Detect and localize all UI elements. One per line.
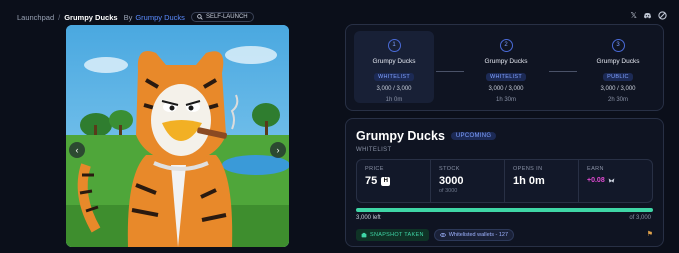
report-flag-icon[interactable]: ⚑ [647, 230, 653, 238]
remaining-text: 3,000 left [356, 215, 381, 221]
progress-fill [356, 208, 653, 212]
self-launch-badge: SELF-LAUNCH [190, 12, 254, 22]
earn-value-row: +0.08 [587, 177, 644, 184]
current-phase-label: WHITELIST [356, 147, 392, 153]
phase-3-time: 2h 30m [607, 97, 628, 103]
phase-3-tag: PUBLIC [603, 73, 633, 81]
phase-1-time: 1h 0m [385, 97, 403, 103]
earn-label: EARN [587, 166, 604, 172]
status-badge: UPCOMING [450, 132, 497, 140]
opens-in-stat: OPENS IN 1h 0m [505, 160, 579, 202]
phase-connector [549, 71, 577, 72]
opens-in-label: OPENS IN [513, 166, 543, 172]
phase-1-name: Grumpy Ducks [372, 58, 416, 65]
stock-stat: STOCK 3000 of 3000 [431, 160, 505, 202]
phase-3-name: Grumpy Ducks [596, 58, 640, 65]
breadcrumb-separator: / [58, 12, 61, 22]
collection-title: Grumpy Ducks [356, 129, 445, 143]
phase-1-number: 1 [387, 39, 401, 52]
search-icon [197, 14, 203, 20]
by-label: By [123, 12, 133, 22]
mint-phases-panel: 1 Grumpy Ducks WHITELIST 3,000 / 3,000 1… [345, 24, 664, 111]
price-value: 75 [365, 175, 378, 187]
phase-3-card[interactable]: 3 Grumpy Ducks PUBLIC 3,000 / 3,000 2h 3… [578, 31, 658, 103]
whitelisted-wallets-label: Whitelisted wallets - 127 [448, 232, 509, 238]
phase-connector [436, 71, 464, 72]
self-launch-label: SELF-LAUNCH [205, 14, 248, 20]
camera-icon [361, 232, 367, 238]
price-label: PRICE [365, 166, 384, 172]
stock-label: STOCK [439, 166, 460, 172]
stock-value: 3000 [439, 175, 464, 187]
status-chips: SNAPSHOT TAKEN Whitelisted wallets - 127 [356, 229, 515, 241]
phase-2-time: 1h 30m [495, 97, 516, 103]
breadcrumb-current: Grumpy Ducks [64, 12, 118, 22]
eye-icon [439, 233, 446, 237]
phase-2-number: 2 [499, 39, 513, 52]
earn-value: +0.08 [587, 177, 605, 184]
snapshot-label: SNAPSHOT TAKEN [370, 232, 424, 238]
breadcrumb: Launchpad / Grumpy Ducks By Grumpy Ducks… [17, 10, 669, 24]
phase-3-number: 3 [611, 39, 625, 52]
prev-image-button[interactable]: ‹ [69, 142, 85, 158]
creator-link[interactable]: Grumpy Ducks [135, 13, 185, 22]
token-icon [608, 178, 615, 183]
phase-2-name: Grumpy Ducks [484, 58, 528, 65]
phase-2-card[interactable]: 2 Grumpy Ducks WHITELIST 3,000 / 3,000 1… [466, 31, 546, 103]
snapshot-chip: SNAPSHOT TAKEN [356, 229, 429, 241]
phase-3-count: 3,000 / 3,000 [600, 86, 636, 92]
opens-in-value: 1h 0m [513, 175, 545, 187]
stock-sub: of 3000 [439, 188, 458, 194]
phase-2-tag: WHITELIST [485, 73, 527, 81]
phase-1-count: 3,000 / 3,000 [376, 86, 412, 92]
x-icon[interactable]: 𝕏 [631, 11, 637, 23]
next-image-button[interactable]: › [270, 142, 286, 158]
collection-info-panel: Grumpy Ducks UPCOMING WHITELIST PRICE 75… [345, 118, 664, 247]
phase-1-tag: WHITELIST [373, 73, 415, 81]
phase-2-count: 3,000 / 3,000 [488, 86, 524, 92]
globe-icon[interactable] [658, 11, 667, 23]
discord-icon[interactable] [643, 11, 652, 23]
total-text: of 3,000 [629, 215, 651, 221]
whitelisted-wallets-chip[interactable]: Whitelisted wallets - 127 [433, 229, 515, 241]
stats-box: PRICE 75 H STOCK 3000 of 3000 OPENS IN 1… [356, 159, 653, 203]
nft-artwork: ‹ › [66, 25, 289, 247]
title-row: Grumpy Ducks UPCOMING [356, 129, 497, 143]
mint-progress-bar [356, 208, 653, 212]
price-value-row: 75 H [365, 175, 422, 187]
social-links: 𝕏 [631, 11, 667, 23]
phase-1-card[interactable]: 1 Grumpy Ducks WHITELIST 3,000 / 3,000 1… [354, 31, 434, 103]
breadcrumb-launchpad[interactable]: Launchpad [17, 13, 54, 22]
earn-stat: EARN +0.08 [579, 160, 652, 202]
grumpy-duck-tiger-illustration [66, 25, 289, 247]
price-stat: PRICE 75 H [357, 160, 431, 202]
currency-icon: H [381, 176, 391, 186]
